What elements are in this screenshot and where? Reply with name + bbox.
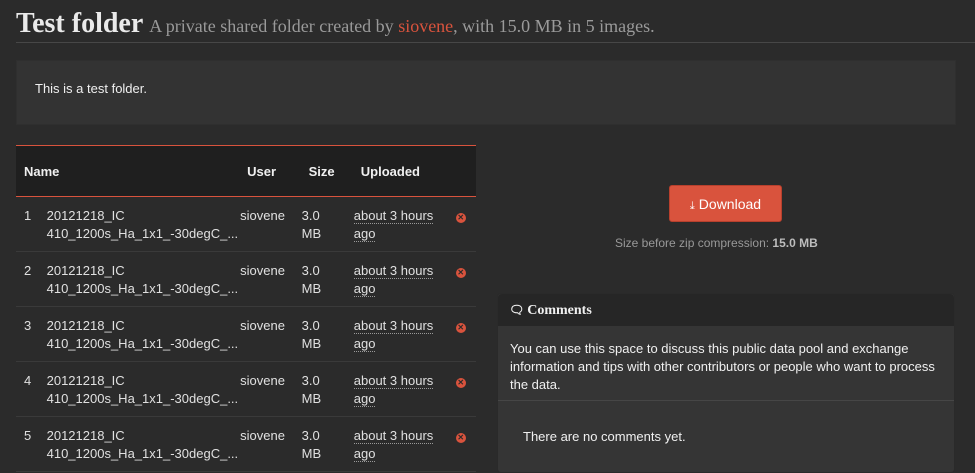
column-header-size[interactable]: Size bbox=[300, 145, 353, 197]
zip-size-label: Size before zip compression: bbox=[615, 236, 770, 250]
size-unit: MB bbox=[301, 226, 322, 241]
folder-description: This is a test folder. bbox=[16, 60, 956, 125]
size-unit: MB bbox=[301, 336, 322, 351]
remove-icon[interactable]: ✕ bbox=[455, 213, 466, 223]
size-value: 3.0 bbox=[301, 373, 320, 388]
page-title: Test folder bbox=[16, 8, 144, 39]
user-link[interactable]: siovene bbox=[239, 306, 301, 362]
owner-link[interactable]: siovene bbox=[398, 16, 453, 36]
user-link[interactable]: siovene bbox=[239, 251, 301, 307]
page-header: Test folder A private shared folder creat… bbox=[16, 8, 975, 43]
file-name-line: 410_1200s_Ha_1x1_-30degC_... bbox=[46, 391, 239, 406]
file-name-line: 20121218_IC bbox=[46, 263, 125, 278]
remove-icon[interactable]: ✕ bbox=[455, 268, 466, 278]
uploaded-line: ago bbox=[353, 446, 376, 462]
file-size: 3.0 MB bbox=[300, 196, 353, 252]
description-text: This is a test folder. bbox=[35, 81, 147, 96]
column-header-name[interactable]: Name bbox=[16, 145, 240, 197]
size-unit: MB bbox=[301, 391, 322, 406]
uploaded-line: about 3 hours bbox=[353, 373, 434, 389]
comments-header: 🗨︎ Comments bbox=[498, 294, 954, 326]
table-row: 3 20121218_IC 410_1200s_Ha_1x1_-30degC_..… bbox=[16, 306, 476, 362]
download-icon: ⤓ bbox=[689, 200, 695, 212]
comments-title: Comments bbox=[527, 303, 592, 318]
file-name-link[interactable]: 20121218_IC 410_1200s_Ha_1x1_-30degC_... bbox=[45, 361, 240, 417]
file-name-line: 20121218_IC bbox=[46, 373, 125, 388]
size-value: 3.0 bbox=[301, 318, 320, 333]
uploaded-time: about 3 hours ago bbox=[352, 196, 455, 252]
uploaded-line: about 3 hours bbox=[353, 208, 434, 224]
row-number: 2 bbox=[16, 251, 46, 307]
uploaded-line: ago bbox=[353, 281, 376, 297]
uploaded-time: about 3 hours ago bbox=[352, 416, 455, 472]
table-row: 2 20121218_IC 410_1200s_Ha_1x1_-30degC_..… bbox=[16, 251, 476, 307]
size-value: 3.0 bbox=[301, 263, 320, 278]
size-unit: MB bbox=[301, 446, 322, 461]
table-row: 5 20121218_IC 410_1200s_Ha_1x1_-30degC_..… bbox=[16, 416, 476, 472]
row-number: 5 bbox=[16, 416, 46, 472]
size-value: 3.0 bbox=[301, 428, 320, 443]
file-name-line: 20121218_IC bbox=[46, 428, 125, 443]
file-name-link[interactable]: 20121218_IC 410_1200s_Ha_1x1_-30degC_... bbox=[45, 416, 240, 472]
size-unit: MB bbox=[301, 281, 322, 296]
remove-icon[interactable]: ✕ bbox=[455, 378, 466, 388]
remove-icon[interactable]: ✕ bbox=[455, 433, 466, 443]
table-header-row: Name User Size Uploaded bbox=[16, 145, 476, 197]
comments-intro: You can use this space to discuss this p… bbox=[498, 326, 954, 401]
row-number: 3 bbox=[16, 306, 46, 362]
file-name-link[interactable]: 20121218_IC 410_1200s_Ha_1x1_-30degC_... bbox=[45, 251, 240, 307]
comments-panel: 🗨︎ Comments You can use this space to dis… bbox=[497, 293, 955, 473]
uploaded-time: about 3 hours ago bbox=[352, 306, 455, 362]
subtitle-prefix: A private shared folder created by bbox=[149, 16, 394, 36]
uploaded-line: about 3 hours bbox=[353, 263, 434, 279]
user-link[interactable]: siovene bbox=[239, 416, 301, 472]
user-link[interactable]: siovene bbox=[239, 196, 301, 252]
remove-icon[interactable]: ✕ bbox=[455, 323, 466, 333]
page-subtitle: A private shared folder created by siove… bbox=[149, 16, 654, 36]
table-row: 4 20121218_IC 410_1200s_Ha_1x1_-30degC_..… bbox=[16, 361, 476, 417]
file-name-line: 410_1200s_Ha_1x1_-30degC_... bbox=[46, 446, 239, 461]
size-value: 3.0 bbox=[301, 208, 320, 223]
no-comments-text: There are no comments yet. bbox=[523, 429, 686, 444]
file-name-line: 20121218_IC bbox=[46, 208, 125, 223]
uploaded-line: ago bbox=[353, 336, 376, 352]
download-label: Download bbox=[698, 196, 762, 212]
files-table: Name User Size Uploaded 1 20121218_IC 410… bbox=[16, 145, 476, 472]
uploaded-line: ago bbox=[353, 226, 376, 242]
uploaded-time: about 3 hours ago bbox=[352, 251, 455, 307]
table-row: 1 20121218_IC 410_1200s_Ha_1x1_-30degC_..… bbox=[16, 196, 476, 252]
column-header-user[interactable]: User bbox=[239, 145, 301, 197]
file-name-link[interactable]: 20121218_IC 410_1200s_Ha_1x1_-30degC_... bbox=[45, 196, 240, 252]
subtitle-suffix: , with 15.0 MB in 5 images. bbox=[453, 16, 655, 36]
column-header-uploaded[interactable]: Uploaded bbox=[352, 145, 476, 197]
row-number: 4 bbox=[16, 361, 46, 417]
uploaded-line: about 3 hours bbox=[353, 428, 434, 444]
download-button[interactable]: ⤓ Download bbox=[669, 185, 782, 222]
file-size: 3.0 MB bbox=[300, 416, 353, 472]
file-name-line: 410_1200s_Ha_1x1_-30degC_... bbox=[46, 281, 239, 296]
file-size: 3.0 MB bbox=[300, 361, 353, 417]
zip-size-info: Size before zip compression: 15.0 MB bbox=[615, 236, 818, 250]
file-name-line: 20121218_IC bbox=[46, 318, 125, 333]
zip-size-value: 15.0 MB bbox=[772, 236, 818, 250]
file-name-line: 410_1200s_Ha_1x1_-30degC_... bbox=[46, 336, 239, 351]
comment-icon: 🗨︎ bbox=[509, 303, 525, 317]
file-size: 3.0 MB bbox=[300, 306, 353, 362]
uploaded-line: about 3 hours bbox=[353, 318, 434, 334]
uploaded-time: about 3 hours ago bbox=[352, 361, 455, 417]
file-name-line: 410_1200s_Ha_1x1_-30degC_... bbox=[46, 226, 239, 241]
uploaded-line: ago bbox=[353, 391, 376, 407]
user-link[interactable]: siovene bbox=[239, 361, 301, 417]
file-name-link[interactable]: 20121218_IC 410_1200s_Ha_1x1_-30degC_... bbox=[45, 306, 240, 362]
row-number: 1 bbox=[16, 196, 46, 252]
file-size: 3.0 MB bbox=[300, 251, 353, 307]
